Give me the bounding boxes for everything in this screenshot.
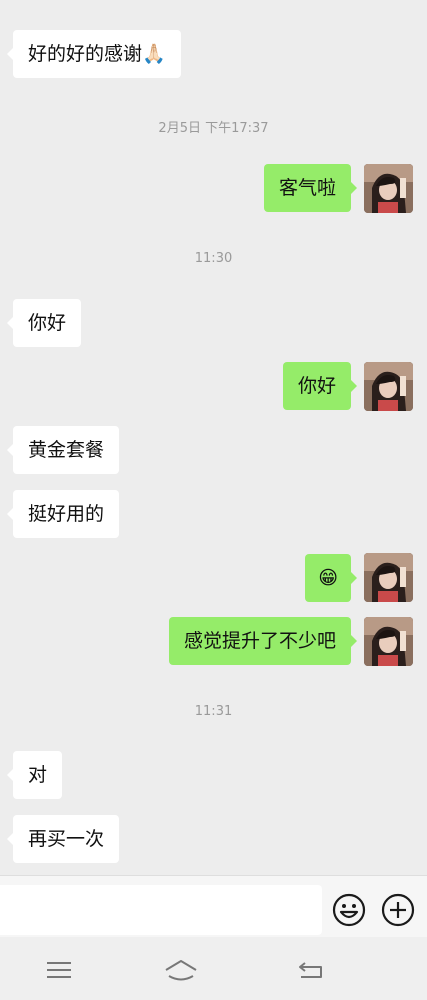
back-icon	[299, 962, 322, 978]
message-outgoing[interactable]: 你好	[282, 362, 358, 410]
message-text: 感觉提升了不少吧	[183, 630, 336, 652]
message-text: 挺好用的	[28, 503, 105, 525]
message-incoming[interactable]: 对	[6, 751, 63, 799]
home-icon	[165, 960, 197, 981]
smiley-icon	[332, 893, 366, 927]
message-text: 好的好的感谢🙏🏻	[28, 43, 166, 65]
timestamp: 2月5日 下午17:37	[158, 121, 269, 136]
message-text: 客气啦	[278, 177, 336, 199]
emoji-button[interactable]	[332, 893, 366, 927]
menu-icon	[47, 962, 71, 978]
message-text: 对	[28, 764, 48, 786]
message-text: 你好	[297, 375, 336, 397]
plus-circle-icon	[381, 893, 415, 927]
timestamp: 11:30	[194, 251, 233, 266]
message-text: 😁	[318, 567, 338, 589]
home-button[interactable]	[161, 955, 201, 985]
system-nav-bar	[0, 937, 427, 1000]
message-text: 再买一次	[28, 828, 105, 850]
more-button[interactable]	[381, 893, 415, 927]
avatar-image	[364, 553, 413, 602]
message-input[interactable]	[0, 885, 322, 935]
message-incoming[interactable]: 挺好用的	[6, 490, 120, 538]
message-incoming[interactable]: 黄金套餐	[6, 426, 120, 474]
avatar[interactable]	[364, 164, 413, 213]
avatar-image	[364, 617, 413, 666]
avatar[interactable]	[364, 617, 413, 666]
avatar[interactable]	[364, 362, 413, 411]
message-incoming[interactable]: 再买一次	[6, 815, 120, 863]
message-outgoing[interactable]: 客气啦	[263, 164, 358, 212]
chat-area[interactable]: 好的好的感谢🙏🏻 2月5日 下午17:37 客气啦 11:30 你好 你好 黄金…	[0, 0, 427, 875]
message-incoming[interactable]: 好的好的感谢🙏🏻	[7, 30, 181, 78]
message-text: 你好	[28, 312, 67, 334]
message-text: 黄金套餐	[28, 439, 105, 461]
input-bar	[0, 875, 427, 938]
timestamp: 11:31	[194, 704, 233, 719]
menu-button[interactable]	[39, 955, 79, 985]
avatar[interactable]	[364, 553, 413, 602]
avatar-image	[364, 362, 413, 411]
message-outgoing[interactable]: 感觉提升了不少吧	[168, 617, 358, 665]
avatar-image	[364, 164, 413, 213]
message-outgoing[interactable]: 😁	[305, 554, 357, 602]
back-button[interactable]	[291, 955, 331, 985]
message-incoming[interactable]: 你好	[6, 299, 82, 347]
